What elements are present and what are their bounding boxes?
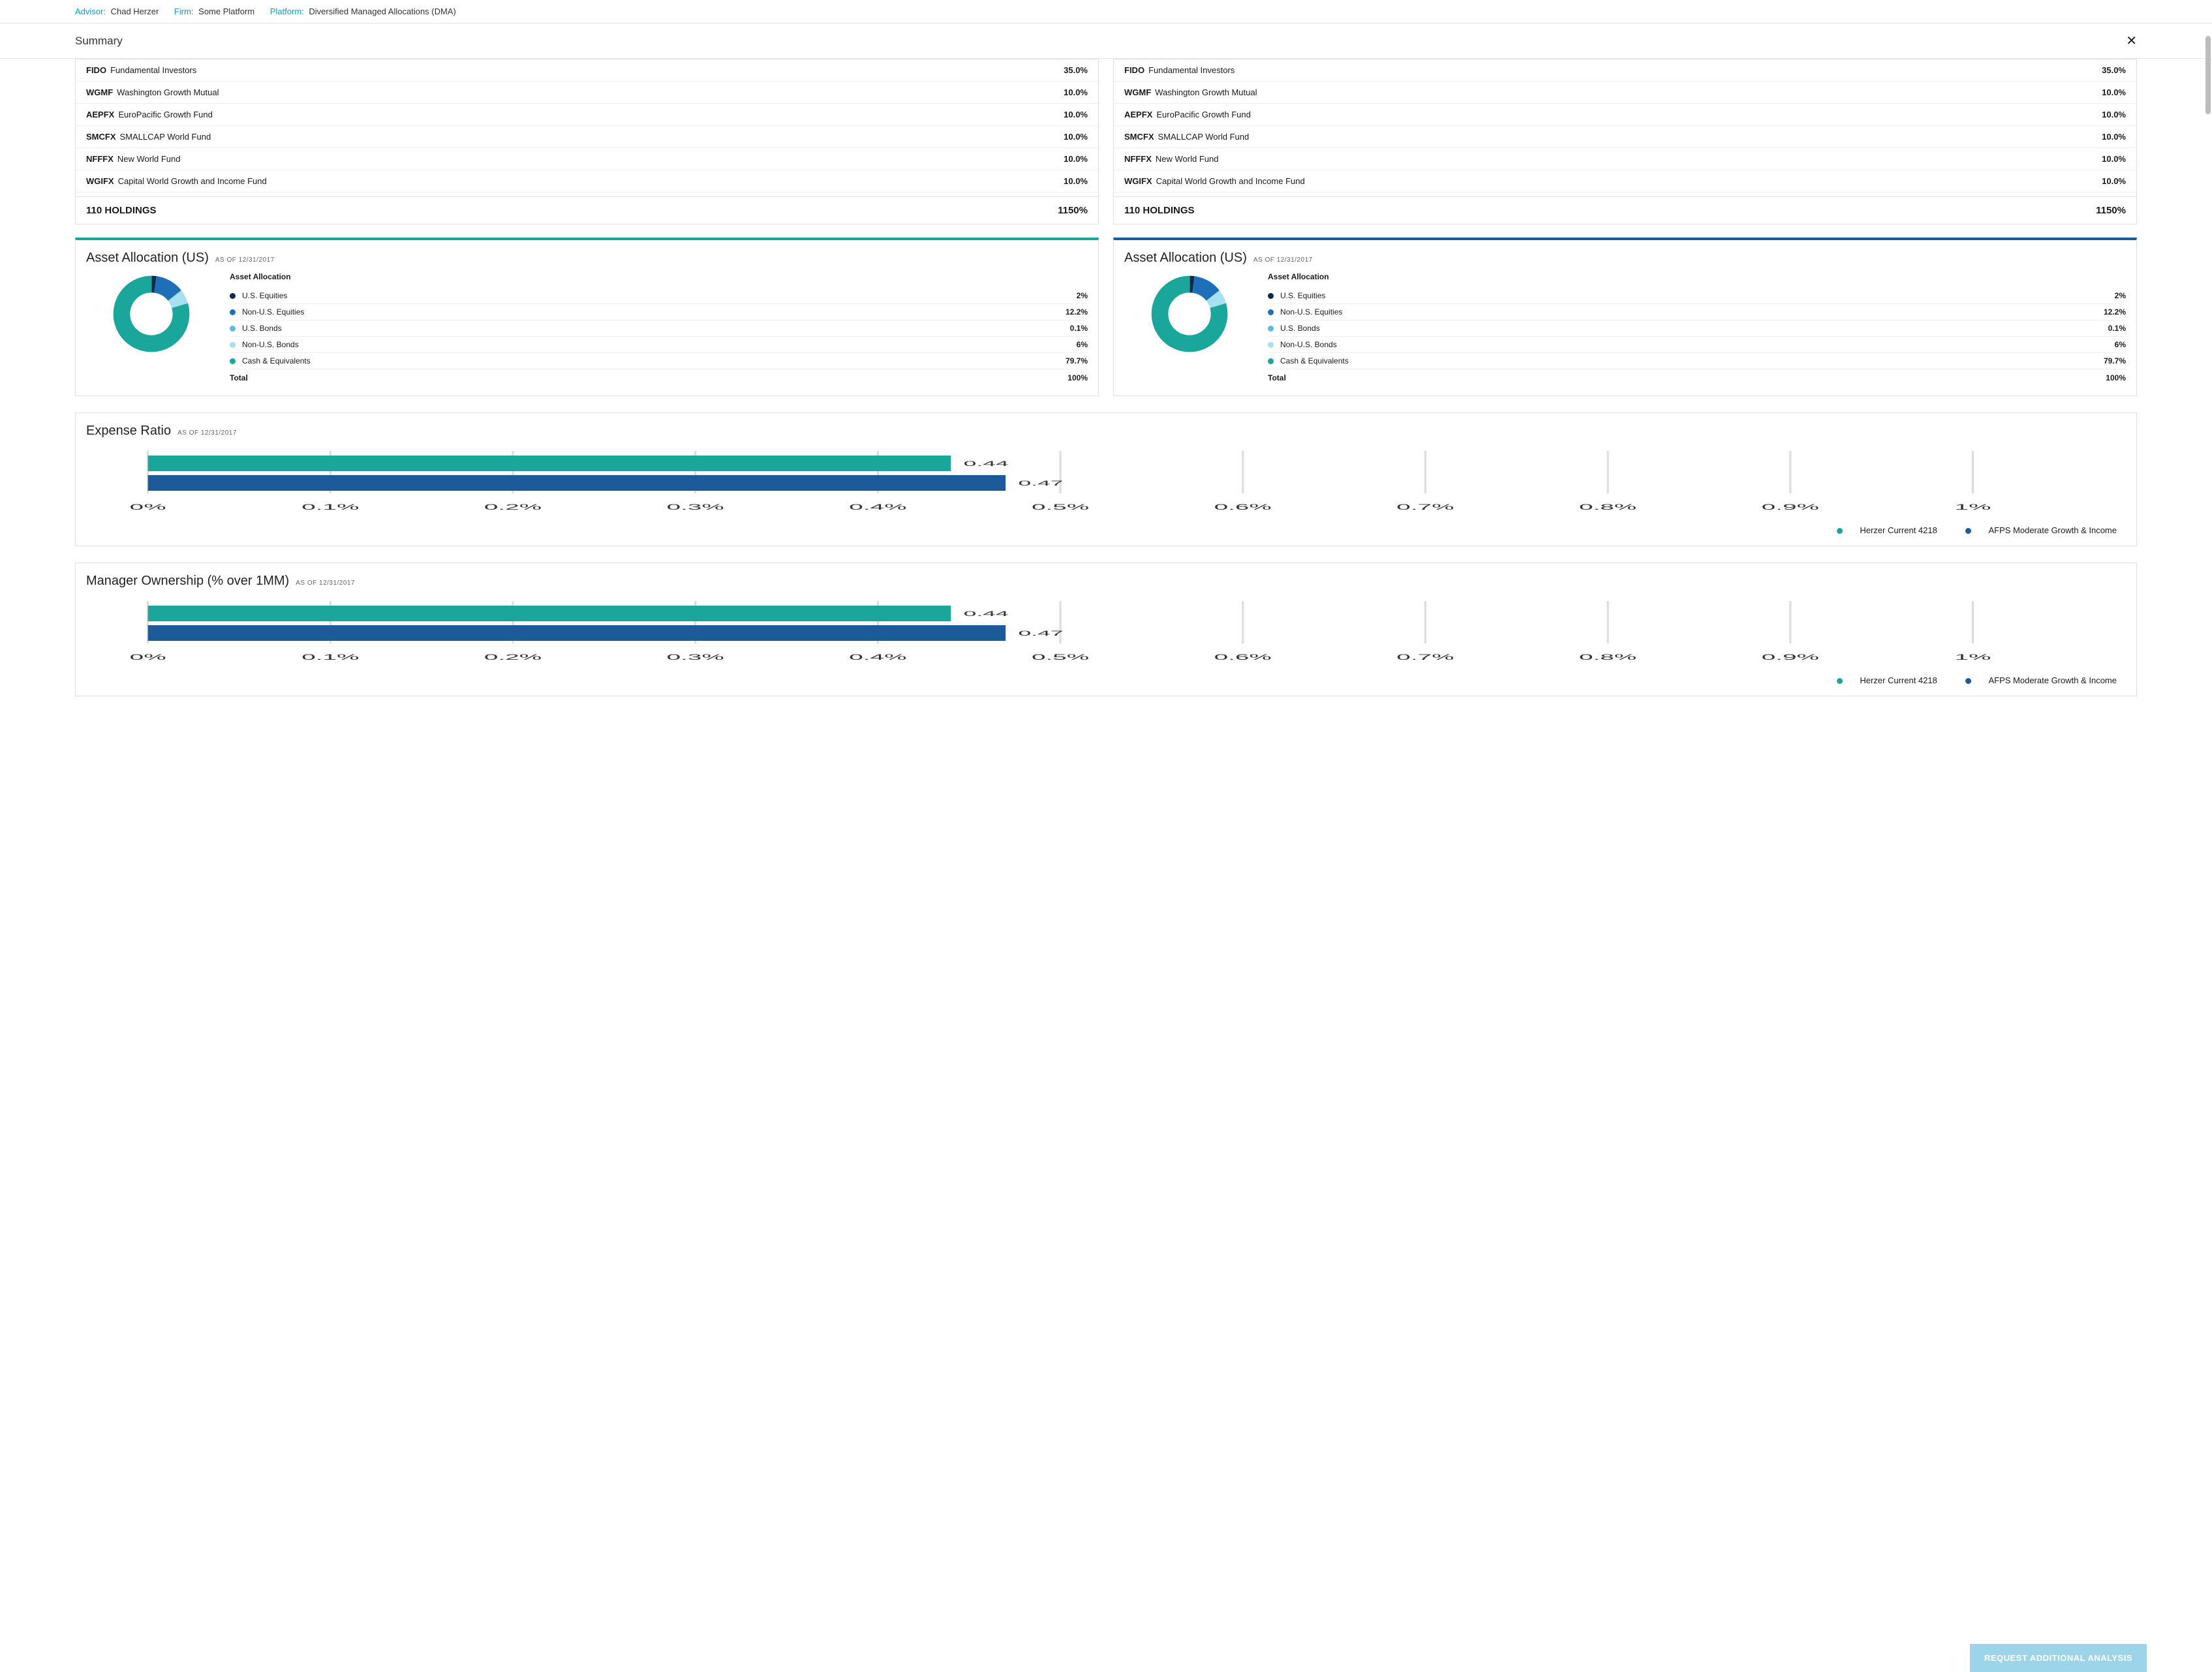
table-row: SMCFXSMALLCAP World Fund10.0% bbox=[1114, 126, 2136, 148]
expense-bar-chart: 0% 0.1% 0.2% 0.3% 0.4% 0.5% 0.6% 0.7% 0.8% 0.9% 1%… bbox=[95, 448, 2117, 519]
holdings-list[interactable]: FIDOFundamental Investors35.0%WGMFWashin… bbox=[1114, 59, 2136, 196]
advisor-label: Advisor: bbox=[75, 7, 106, 16]
allocation-row: U.S. Equities2% bbox=[1268, 288, 2126, 304]
allocation-card-left: Asset Allocation (US) AS OF 12/31/2017 A… bbox=[75, 238, 1099, 396]
firm-value: Some Platform bbox=[198, 7, 254, 16]
legend-dot-b bbox=[1965, 528, 1971, 534]
table-row: FIDOFundamental Investors35.0% bbox=[1114, 59, 2136, 82]
table-row: NFFFXNew World Fund10.0% bbox=[76, 148, 1098, 170]
expense-ratio-card: Expense Ratio As Of 12/31/2017 0% 0.1% 0.2… bbox=[75, 412, 2137, 546]
svg-text:0.47: 0.47 bbox=[1019, 479, 1064, 488]
donut-chart bbox=[1150, 275, 1229, 353]
holdings-total: 1150% bbox=[2096, 205, 2126, 216]
table-row: FIDOFundamental Investors35.0% bbox=[76, 59, 1098, 82]
holdings-list[interactable]: FIDOFundamental Investors35.0%WGMFWashin… bbox=[76, 59, 1098, 196]
allocation-title: Asset Allocation (US) bbox=[1124, 251, 1247, 266]
legend-dot-a bbox=[1837, 528, 1843, 534]
allocation-row: Non-U.S. Bonds6% bbox=[230, 337, 1088, 353]
allocation-card-right: Asset Allocation (US) AS OF 12/31/2017 A… bbox=[1113, 238, 2137, 396]
allocation-table: Asset Allocation U.S. Equities2%Non-U.S.… bbox=[230, 268, 1088, 382]
table-row: WGMFWashington Growth Mutual10.0% bbox=[76, 82, 1098, 104]
legend-dot-a bbox=[1837, 678, 1843, 684]
svg-text:0.4%: 0.4% bbox=[849, 503, 906, 512]
svg-text:0.6%: 0.6% bbox=[1214, 653, 1272, 662]
svg-text:0.2%: 0.2% bbox=[484, 653, 542, 662]
svg-text:0.1%: 0.1% bbox=[301, 653, 359, 662]
holdings-card-left: FIDOFundamental Investors35.0%WGMFWashin… bbox=[75, 59, 1099, 224]
breadcrumb: Advisor: Chad Herzer Firm: Some Platform… bbox=[0, 0, 2212, 23]
table-row: CAIFXCapital Income Builder10.0% bbox=[1114, 193, 2136, 196]
table-row: WGIFXCapital World Growth and Income Fun… bbox=[76, 170, 1098, 193]
manager-title: Manager Ownership (% over 1MM) bbox=[86, 574, 289, 589]
chart-legend: Herzer Current 4218 AFPS Moderate Growth… bbox=[76, 672, 2136, 685]
svg-text:0.44: 0.44 bbox=[964, 459, 1009, 468]
expense-title: Expense Ratio bbox=[86, 424, 171, 439]
svg-text:0.9%: 0.9% bbox=[1762, 653, 1819, 662]
svg-text:0.47: 0.47 bbox=[1019, 629, 1064, 638]
svg-text:1%: 1% bbox=[1955, 503, 1991, 512]
holdings-count: 110 HOLDINGS bbox=[1124, 205, 1195, 216]
table-row: AEPFXEuroPacific Growth Fund10.0% bbox=[1114, 104, 2136, 126]
svg-text:0.1%: 0.1% bbox=[301, 503, 359, 512]
table-row: SMCFXSMALLCAP World Fund10.0% bbox=[76, 126, 1098, 148]
manager-bar-chart: 0% 0.1% 0.2% 0.3% 0.4% 0.5% 0.6% 0.7% 0.8% 0.9% 1%… bbox=[95, 598, 2117, 670]
allocation-row: Non-U.S. Equities12.2% bbox=[1268, 304, 2126, 320]
svg-text:0.9%: 0.9% bbox=[1762, 503, 1819, 512]
allocation-title: Asset Allocation (US) bbox=[86, 251, 209, 266]
svg-text:0.7%: 0.7% bbox=[1396, 503, 1454, 512]
svg-text:0.7%: 0.7% bbox=[1396, 653, 1454, 662]
scrollbar[interactable] bbox=[2205, 36, 2211, 1672]
allocation-row: Non-U.S. Equities12.2% bbox=[230, 304, 1088, 320]
table-row: WGIFXCapital World Growth and Income Fun… bbox=[1114, 170, 2136, 193]
svg-text:0.3%: 0.3% bbox=[667, 503, 724, 512]
allocation-table: Asset Allocation U.S. Equities2%Non-U.S.… bbox=[1268, 268, 2126, 382]
svg-text:0.5%: 0.5% bbox=[1032, 653, 1089, 662]
legend-dot-b bbox=[1965, 678, 1971, 684]
table-row: CAIFXCapital Income Builder10.0% bbox=[76, 193, 1098, 196]
svg-text:0.8%: 0.8% bbox=[1579, 503, 1636, 512]
svg-text:0.5%: 0.5% bbox=[1032, 503, 1089, 512]
holdings-total: 1150% bbox=[1058, 205, 1088, 216]
table-row: AEPFXEuroPacific Growth Fund10.0% bbox=[76, 104, 1098, 126]
table-row: NFFFXNew World Fund10.0% bbox=[1114, 148, 2136, 170]
allocation-row: Cash & Equivalents79.7% bbox=[230, 353, 1088, 369]
allocation-row: Cash & Equivalents79.7% bbox=[1268, 353, 2126, 369]
svg-text:0.2%: 0.2% bbox=[484, 503, 542, 512]
svg-text:0%: 0% bbox=[130, 653, 166, 662]
allocation-row: U.S. Bonds0.1% bbox=[230, 320, 1088, 337]
expense-asof: As Of 12/31/2017 bbox=[177, 429, 237, 437]
allocation-row: U.S. Equities2% bbox=[230, 288, 1088, 304]
svg-text:0.4%: 0.4% bbox=[849, 653, 906, 662]
svg-text:0.6%: 0.6% bbox=[1214, 503, 1272, 512]
allocation-asof: AS OF 12/31/2017 bbox=[1253, 256, 1313, 264]
svg-text:0%: 0% bbox=[130, 503, 166, 512]
summary-bar: Summary ✕ bbox=[0, 23, 2212, 59]
advisor-value: Chad Herzer bbox=[111, 7, 159, 16]
close-icon[interactable]: ✕ bbox=[2126, 33, 2137, 49]
donut-chart bbox=[112, 275, 191, 353]
platform-value: Diversified Managed Allocations (DMA) bbox=[309, 7, 455, 16]
allocation-asof: AS OF 12/31/2017 bbox=[215, 256, 275, 264]
svg-text:0.8%: 0.8% bbox=[1579, 653, 1636, 662]
svg-text:1%: 1% bbox=[1955, 653, 1991, 662]
allocation-row: Non-U.S. Bonds6% bbox=[1268, 337, 2126, 353]
holdings-count: 110 HOLDINGS bbox=[86, 205, 157, 216]
firm-label: Firm: bbox=[174, 7, 194, 16]
page-title: Summary bbox=[75, 35, 123, 48]
svg-text:0.44: 0.44 bbox=[964, 610, 1009, 618]
svg-text:0.3%: 0.3% bbox=[667, 653, 724, 662]
holdings-card-right: FIDOFundamental Investors35.0%WGMFWashin… bbox=[1113, 59, 2137, 224]
chart-legend: Herzer Current 4218 AFPS Moderate Growth… bbox=[76, 521, 2136, 535]
allocation-row: U.S. Bonds0.1% bbox=[1268, 320, 2126, 337]
manager-ownership-card: Manager Ownership (% over 1MM) As Of 12/… bbox=[75, 563, 2137, 696]
table-row: WGMFWashington Growth Mutual10.0% bbox=[1114, 82, 2136, 104]
platform-label: Platform: bbox=[270, 7, 304, 16]
request-analysis-button[interactable]: REQUEST ADDITIONAL ANALYSIS bbox=[1970, 1644, 2147, 1672]
manager-asof: As Of 12/31/2017 bbox=[296, 580, 355, 587]
